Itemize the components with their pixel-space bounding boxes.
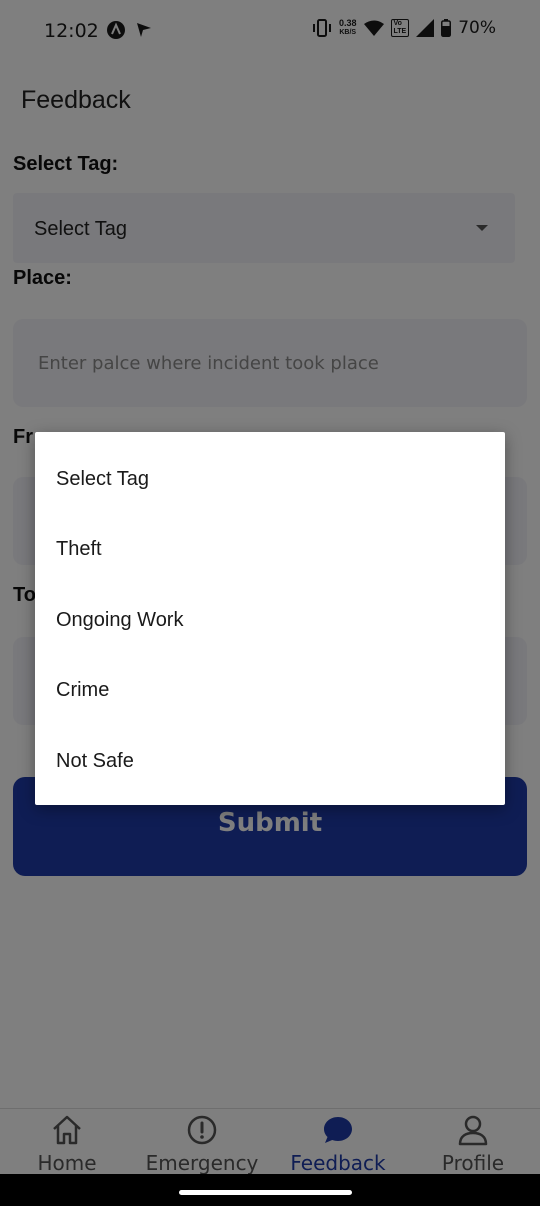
feedback-screen: 12:02 0.38 KB/S Vo LTE (0, 0, 540, 1206)
menu-item-theft[interactable]: Theft (35, 514, 505, 584)
tag-dropdown-menu: Select Tag Theft Ongoing Work Crime Not … (35, 432, 505, 805)
system-gesture-bar (0, 1174, 540, 1206)
menu-item-not-safe[interactable]: Not Safe (35, 726, 505, 796)
menu-item-crime[interactable]: Crime (35, 655, 505, 725)
home-gesture-handle[interactable] (179, 1190, 352, 1195)
menu-item-ongoing-work[interactable]: Ongoing Work (35, 585, 505, 655)
menu-item-select-tag[interactable]: Select Tag (35, 444, 505, 514)
